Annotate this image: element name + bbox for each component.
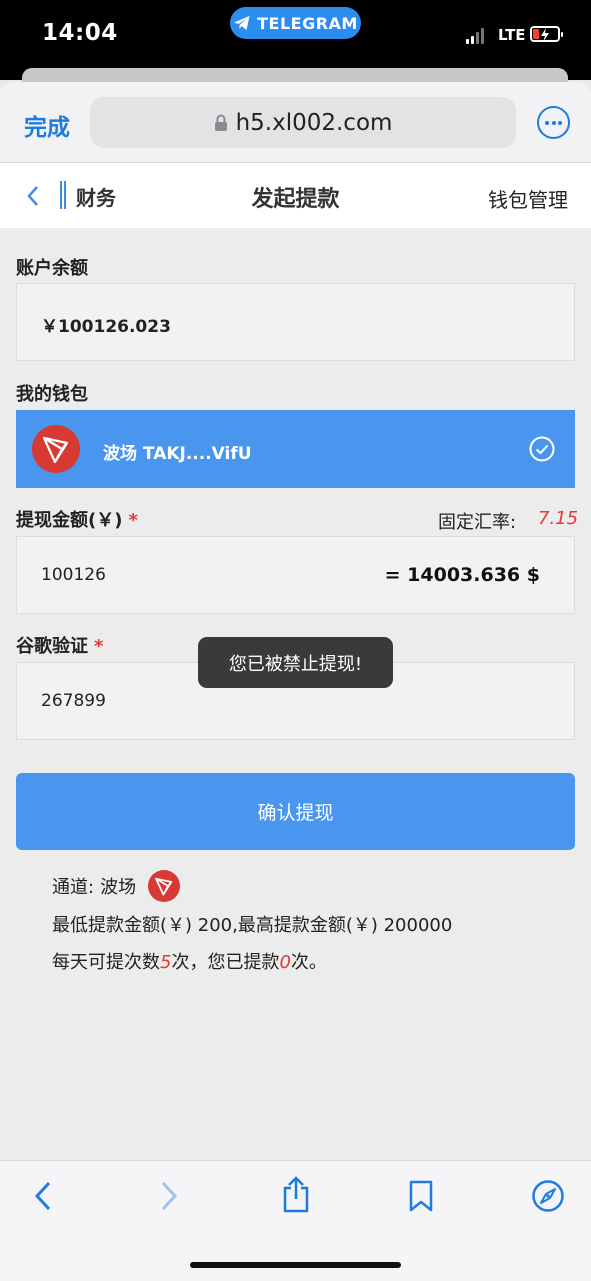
required-mark: *	[94, 636, 104, 657]
amount-input[interactable]: 100126 = 14003.636 $	[16, 536, 575, 614]
tron-icon	[32, 425, 80, 473]
done-button[interactable]: 完成	[24, 108, 70, 142]
daily-prefix: 每天可提次数	[52, 952, 160, 973]
browser-back-icon[interactable]	[32, 1179, 54, 1213]
network-type: LTE	[498, 26, 526, 44]
status-time: 14:04	[42, 20, 118, 46]
daily-suffix: 次。	[290, 952, 327, 973]
balance-label: 账户余额	[16, 258, 88, 279]
browser-top-bar: 完成 h5.xl002.com	[0, 82, 591, 163]
share-icon[interactable]	[281, 1175, 311, 1213]
wallet-label: 我的钱包	[16, 384, 88, 405]
battery-icon	[530, 26, 563, 42]
rate-value: 7.15	[538, 508, 579, 529]
lock-icon	[214, 114, 227, 131]
daily-info: 每天可提次数5次，您已提款0次。	[52, 948, 327, 974]
required-mark: *	[128, 510, 138, 531]
wallet-option[interactable]: 波场 TAKJ....VifU	[16, 410, 575, 488]
wallet-management-link[interactable]: 钱包管理	[488, 184, 568, 213]
check-circle-icon	[529, 436, 555, 462]
more-icon[interactable]	[537, 106, 570, 139]
google-verify-label-text: 谷歌验证	[16, 636, 88, 657]
url-text: h5.xl002.com	[235, 109, 393, 136]
amount-label-text: 提现金额(￥)	[16, 510, 123, 531]
bookmarks-icon[interactable]	[408, 1179, 434, 1213]
balance-value: ￥100126.023	[41, 317, 171, 337]
daily-count: 5	[160, 952, 172, 973]
url-bar[interactable]: h5.xl002.com	[90, 97, 516, 148]
limits-info: 最低提款金额(￥) 200,最高提款金额(￥) 200000	[52, 915, 453, 936]
balance-field: ￥100126.023	[16, 283, 575, 361]
daily-middle: 次，您已提款	[171, 952, 280, 973]
wallet-name: 波场 TAKJ....VifU	[103, 444, 252, 464]
home-indicator	[190, 1262, 401, 1268]
signal-icon	[466, 28, 484, 44]
compass-icon[interactable]	[531, 1179, 565, 1213]
channel-info: 通道: 波场	[52, 870, 181, 902]
rate-label: 固定汇率:	[438, 512, 517, 533]
telegram-icon	[234, 16, 250, 30]
channel-name: 波场	[100, 877, 137, 898]
browser-forward-icon[interactable]	[158, 1179, 180, 1213]
amount-label: 提现金额(￥) *	[16, 506, 138, 532]
google-code-value: 267899	[41, 691, 106, 711]
telegram-pill-label: TELEGRAM	[257, 13, 358, 33]
google-verify-label: 谷歌验证 *	[16, 632, 103, 658]
amount-value: 100126	[41, 565, 106, 585]
telegram-return-pill[interactable]: TELEGRAM	[230, 7, 361, 39]
app-nav-bar: 财务 发起提款 钱包管理	[0, 163, 591, 228]
used-count: 0	[279, 952, 291, 973]
channel-label: 通道:	[52, 877, 95, 898]
tron-icon	[148, 870, 181, 902]
confirm-withdraw-button[interactable]: 确认提现	[16, 773, 575, 850]
converted-amount: = 14003.636 $	[384, 564, 540, 586]
toast-message: 您已被禁止提现!	[198, 637, 393, 688]
browser-sheet: 完成 h5.xl002.com 财务 发起提款 钱包管理 账户余额 ￥10012…	[0, 82, 591, 1280]
